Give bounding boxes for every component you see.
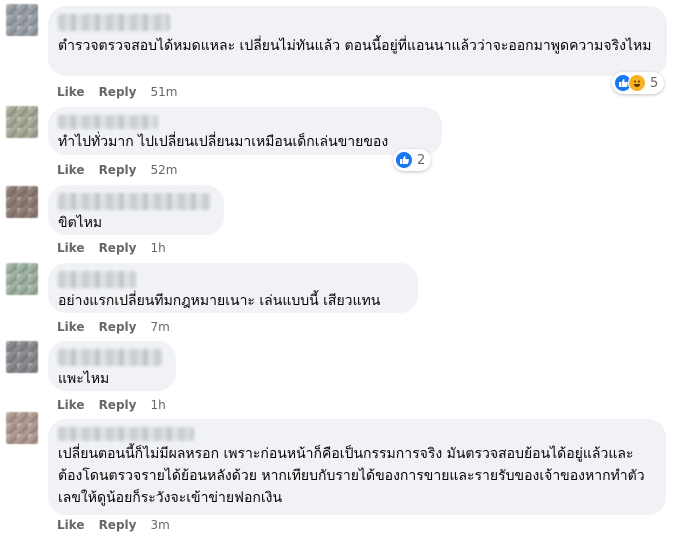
comment-actions: Like Reply 1h [57,398,180,412]
comment-actions: Like Reply 51m [57,85,191,99]
comment-bubble: ทำไปทั่วมาก ไปเปลี่ยนเปลี่ยนมาเหมือนเด็ก… [48,107,442,155]
reply-button[interactable]: Reply [99,241,137,255]
like-button[interactable]: Like [57,320,85,334]
reply-button[interactable]: Reply [99,320,137,334]
comment-timestamp[interactable]: 3m [150,518,169,532]
commenter-name-blurred[interactable] [58,193,210,210]
haha-icon [628,74,646,92]
commenter-name-blurred[interactable] [58,427,194,441]
comment-bubble: ขิตไหม [48,185,224,235]
reaction-count: 2 [417,152,426,168]
comment-timestamp[interactable]: 51m [150,85,177,99]
like-icon [395,151,413,169]
comment-actions: Like Reply 3m [57,518,184,532]
comment-text: ขิตไหม [58,215,103,231]
commenter-name-blurred[interactable] [58,115,158,129]
like-button[interactable]: Like [57,518,85,532]
reaction-summary[interactable]: 5 [612,72,665,94]
avatar[interactable] [6,186,38,218]
avatar[interactable] [6,263,38,295]
comment-text: แพะไหม [58,371,110,387]
comment-timestamp[interactable]: 1h [150,398,165,412]
comment-bubble: เปลี่ยนตอนนี้ก็ไม่มีผลหรอก เพราะก่อนหน้า… [48,419,666,515]
commenter-name-blurred[interactable] [58,349,162,366]
comment-actions: Like Reply 7m [57,320,184,334]
like-button[interactable]: Like [57,398,85,412]
commenter-name-blurred[interactable] [58,14,170,31]
reply-button[interactable]: Reply [99,518,137,532]
comment-bubble: แพะไหม [48,341,176,391]
reaction-summary[interactable]: 2 [393,149,432,171]
comment-text: ทำไปทั่วมาก ไปเปลี่ยนเปลี่ยนมาเหมือนเด็ก… [58,134,389,150]
comment-text: ตำรวจตรวจสอบได้หมดแหละ เปลี่ยนไม่ทันแล้ว… [58,38,652,54]
comment-timestamp[interactable]: 52m [150,163,177,177]
reply-button[interactable]: Reply [99,85,137,99]
comment-timestamp[interactable]: 1h [150,241,165,255]
reaction-count: 5 [650,75,659,91]
reply-button[interactable]: Reply [99,398,137,412]
avatar[interactable] [6,4,38,36]
comment-bubble: ตำรวจตรวจสอบได้หมดแหละ เปลี่ยนไม่ทันแล้ว… [48,6,667,76]
avatar[interactable] [6,412,38,444]
reply-button[interactable]: Reply [99,163,137,177]
commenter-name-blurred[interactable] [58,271,136,288]
comment-text: อย่างแรกเปลี่ยนทีมกฎหมายเนาะ เล่นแบบนี้ … [58,293,381,309]
like-button[interactable]: Like [57,163,85,177]
comment-actions: Like Reply 1h [57,241,180,255]
like-button[interactable]: Like [57,241,85,255]
comment-actions: Like Reply 52m [57,163,191,177]
comment-timestamp[interactable]: 7m [150,320,169,334]
comment-text: เปลี่ยนตอนนี้ก็ไม่มีผลหรอก เพราะก่อนหน้า… [58,446,645,506]
avatar[interactable] [6,341,38,373]
comment-bubble: อย่างแรกเปลี่ยนทีมกฎหมายเนาะ เล่นแบบนี้ … [48,263,418,313]
like-button[interactable]: Like [57,85,85,99]
avatar[interactable] [6,106,38,138]
